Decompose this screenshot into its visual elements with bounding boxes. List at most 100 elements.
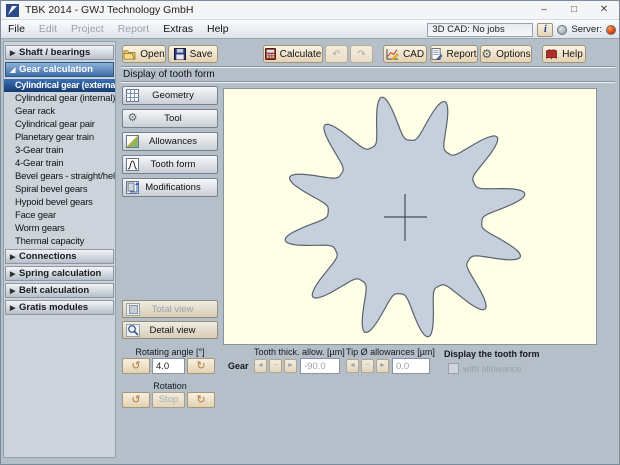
sidebar-item-cylindrical-gear-internal[interactable]: Cylindrical gear (internal) xyxy=(4,92,115,105)
sidebar-section-spring-calculation[interactable]: ▶Spring calculation xyxy=(5,266,114,281)
sidebar-section-connections[interactable]: ▶Connections xyxy=(5,249,114,264)
sidebar-item-worm-gears[interactable]: Worm gears xyxy=(4,222,115,235)
gear-drawing xyxy=(224,89,596,344)
geometry-tab-button[interactable]: Geometry xyxy=(122,86,218,105)
sidebar-item-3-gear-train[interactable]: 3-Gear train xyxy=(4,144,115,157)
sidebar-item-hypoid-bevel-gears[interactable]: Hypoid bevel gears xyxy=(4,196,115,209)
rotate-ccw-button[interactable]: ↺ xyxy=(122,358,150,374)
open-folder-icon xyxy=(123,49,136,60)
title-bar: TBK 2014 - GWJ Technology GmbH – □ ✕ xyxy=(1,1,619,20)
collapsed-arrow-icon: ▶ xyxy=(10,285,19,298)
report-button[interactable]: Report xyxy=(430,45,478,63)
main-panel: Open Save Calculate ↶ ↷ CAD Report ⚙ Opt… xyxy=(118,41,619,458)
menu-file[interactable]: File xyxy=(1,20,32,38)
modifications-tab-button[interactable]: Modifications xyxy=(122,178,218,197)
sidebar-section-belt-calculation[interactable]: ▶Belt calculation xyxy=(5,283,114,298)
options-button[interactable]: ⚙ Options xyxy=(480,45,532,63)
allowances-tab-button[interactable]: Allowances xyxy=(122,132,218,151)
redo-icon: ↷ xyxy=(357,49,365,60)
grid-icon xyxy=(126,89,139,102)
undo-icon: ↶ xyxy=(332,49,340,60)
sidebar-section-shaft-bearings[interactable]: ▶Shaft / bearings xyxy=(5,45,114,60)
menu-report[interactable]: Report xyxy=(111,20,157,38)
with-allowance-checkbox[interactable] xyxy=(448,363,459,374)
section-title: Display of tooth form xyxy=(123,69,215,80)
total-view-button[interactable]: Total view xyxy=(122,300,218,318)
rotating-angle-input[interactable] xyxy=(152,358,185,374)
sidebar-item-planetary-gear-train[interactable]: Planetary gear train xyxy=(4,131,115,144)
calculator-icon xyxy=(265,48,276,60)
redo-button[interactable]: ↷ xyxy=(350,45,373,63)
open-button[interactable]: Open xyxy=(122,45,166,63)
tip-next-button[interactable]: ► xyxy=(376,359,389,373)
menu-help[interactable]: Help xyxy=(200,20,236,38)
tooth-thick-prev-button[interactable]: ◄ xyxy=(254,359,267,373)
rotation-stop-button[interactable]: Stop xyxy=(152,392,185,408)
collapsed-arrow-icon: ▶ xyxy=(10,268,19,281)
divider xyxy=(121,81,615,83)
sidebar-section-gear-calculation[interactable]: ◢Gear calculation xyxy=(5,62,114,77)
tip-prev-button[interactable]: ◄ xyxy=(346,359,359,373)
menu-extras[interactable]: Extras xyxy=(156,20,200,38)
rotation-cw-button[interactable]: ↻ xyxy=(187,392,215,408)
cad-chart-icon xyxy=(386,48,399,60)
sidebar-item-cylindrical-gear-pair[interactable]: Cylindrical gear pair xyxy=(4,118,115,131)
tooth-form-tab-button[interactable]: Tooth form xyxy=(122,155,218,174)
modifications-icon xyxy=(126,181,139,194)
sidebar-item-face-gear[interactable]: Face gear xyxy=(4,209,115,222)
tooth-thick-input[interactable] xyxy=(300,358,340,374)
collapsed-arrow-icon: ▶ xyxy=(10,302,19,315)
gear-icon: ⚙ xyxy=(481,48,492,60)
window-title: TBK 2014 - GWJ Technology GmbH xyxy=(25,4,193,16)
rotate-ccw-icon: ↺ xyxy=(131,360,140,372)
tip-reset-button[interactable]: − xyxy=(361,359,374,373)
collapsed-arrow-icon: ▶ xyxy=(10,47,19,60)
tool-gear-icon: ⚙ xyxy=(126,112,139,125)
rotate-cw-button[interactable]: ↻ xyxy=(187,358,215,374)
sidebar-item-thermal-capacity[interactable]: Thermal capacity xyxy=(4,235,115,248)
tip-allowances-label: Tip Ø allowances [µm] xyxy=(346,347,435,357)
calculate-button[interactable]: Calculate xyxy=(263,45,323,63)
sidebar-item-4-gear-train[interactable]: 4-Gear train xyxy=(4,157,115,170)
collapsed-arrow-icon: ▶ xyxy=(10,251,19,264)
undo-button[interactable]: ↶ xyxy=(325,45,348,63)
rotation-ccw-button[interactable]: ↺ xyxy=(122,392,150,408)
save-floppy-icon xyxy=(174,48,186,60)
gear-label: Gear xyxy=(228,361,249,371)
help-button[interactable]: Help xyxy=(542,45,586,63)
with-allowance-label: with allowance xyxy=(463,364,522,374)
sidebar-item-spiral-bevel-gears[interactable]: Spiral bevel gears xyxy=(4,183,115,196)
menu-project[interactable]: Project xyxy=(64,20,111,38)
allowances-icon xyxy=(126,135,139,148)
menu-edit[interactable]: Edit xyxy=(32,20,64,38)
divider xyxy=(121,66,615,68)
sidebar-item-gear-rack[interactable]: Gear rack xyxy=(4,105,115,118)
minimize-button[interactable]: – xyxy=(529,1,559,20)
sidebar-item-cylindrical-gear-external[interactable]: Cylindrical gear (external) xyxy=(4,79,115,92)
report-document-icon xyxy=(431,48,442,60)
tip-allowances-input[interactable] xyxy=(392,358,430,374)
rotate-cw-icon: ↻ xyxy=(196,394,205,406)
total-view-icon xyxy=(126,303,140,316)
sidebar-item-bevel-gears[interactable]: Bevel gears - straight/helical xyxy=(4,170,115,183)
close-button[interactable]: ✕ xyxy=(589,1,619,20)
save-button[interactable]: Save xyxy=(168,45,218,63)
maximize-button[interactable]: □ xyxy=(559,1,589,20)
sidebar-section-gratis-modules[interactable]: ▶Gratis modules xyxy=(5,300,114,315)
detail-view-button[interactable]: Detail view xyxy=(122,321,218,339)
navigation-sidebar: ▶Shaft / bearings ◢Gear calculation Cyli… xyxy=(3,41,116,458)
tool-tab-button[interactable]: ⚙ Tool xyxy=(122,109,218,128)
magnifier-icon xyxy=(126,324,140,337)
cad-button[interactable]: CAD xyxy=(383,45,427,63)
tooth-thick-label: Tooth thick. allow. [µm] xyxy=(254,347,345,357)
server-status-led xyxy=(606,25,616,35)
info-button[interactable]: i xyxy=(537,23,553,37)
app-window: TBK 2014 - GWJ Technology GmbH – □ ✕ Fil… xyxy=(0,0,620,465)
tooth-thick-reset-button[interactable]: − xyxy=(269,359,282,373)
menu-bar: File Edit Project Report Extras Help 3D … xyxy=(1,20,619,39)
app-logo-icon xyxy=(6,4,19,17)
tooth-form-canvas[interactable] xyxy=(223,88,597,345)
cad-status-led xyxy=(557,25,567,35)
tooth-thick-next-button[interactable]: ► xyxy=(284,359,297,373)
expanded-arrow-icon: ◢ xyxy=(10,64,19,77)
